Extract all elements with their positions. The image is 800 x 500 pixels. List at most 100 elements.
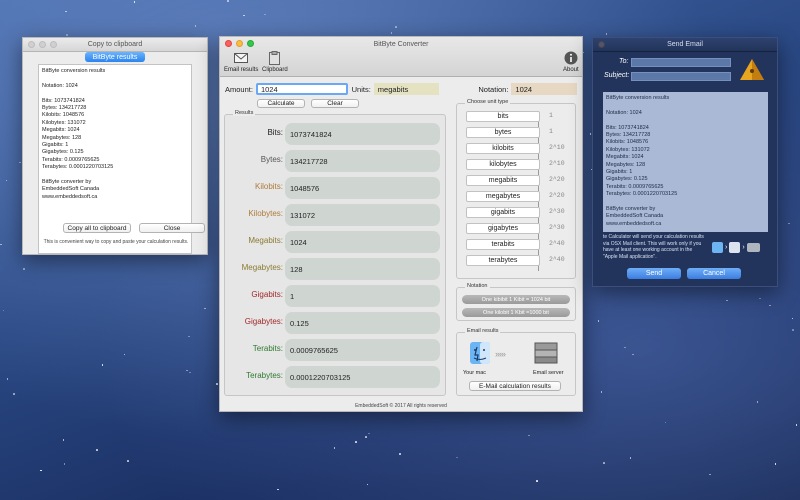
zoom-window-button[interactable] [50,41,57,48]
unit-button-gigabits[interactable]: gigabits [466,207,540,218]
units-label: Units: [351,84,371,94]
result-row: Terabits: 0.0009765625 [225,339,447,361]
star [189,371,191,373]
star [597,320,600,322]
unit-button-kilobytes[interactable]: kilobytes [466,159,540,170]
result-value[interactable]: 1024 [285,231,440,253]
star [333,447,336,449]
unit-type-title: Choose unit type [465,99,511,105]
mail-flow-icons: › › [712,242,760,253]
star [243,14,245,17]
minimize-window-button[interactable] [236,40,243,47]
minimize-window-button[interactable] [39,41,46,48]
send-button[interactable]: Send [627,268,681,279]
result-value[interactable]: 1048576 [285,177,440,199]
star [395,26,397,28]
to-field[interactable] [631,58,731,67]
clipboard-line: EmbeddedSoft Canada [42,186,100,193]
unit-power: 1 [549,112,553,119]
clipboard-titlebar[interactable]: Copy to clipboard [23,38,207,52]
email-results-group: Email results ››››› Your mac Email serve… [456,328,576,396]
result-label: Megabytes: [241,263,283,272]
email-body-line: Bits: 1073741824 [606,124,649,131]
unit-power: 2^40 [549,256,565,263]
email-body-line: Kilobytes: 131072 [606,146,650,153]
clipboard-line [42,172,188,179]
unit-power: 2^40 [549,240,565,247]
notation-value: 1024 [511,83,578,95]
unit-button-terabits[interactable]: terabits [466,239,540,250]
close-button[interactable]: Close [139,223,205,233]
star [19,161,21,164]
star [101,364,104,366]
star [390,32,393,34]
email-body[interactable]: BitByte conversion results Notation: 1024… [603,92,768,232]
subject-field[interactable] [631,72,731,81]
email-body-line: Terabits: 0.0009765625 [606,183,664,190]
unit-button-megabytes[interactable]: megabytes [466,191,540,202]
clipboard-icon [268,51,282,65]
cancel-button[interactable]: Cancel [687,268,741,279]
star [5,179,8,182]
star [123,353,126,356]
star [629,457,632,459]
send-email-window: Send Email To: Subject: BitByte conversi… [592,37,778,287]
email-body-line: Terabytes: 0.0001220703125 [606,191,678,198]
email-titlebar[interactable]: Send Email [593,38,777,52]
email-calculation-button[interactable]: E-Mail calculation results [469,381,561,391]
amount-input[interactable]: 1024 [255,83,348,95]
clear-button[interactable]: Clear [311,99,359,108]
about-tool[interactable]: About [563,51,579,73]
close-window-button[interactable] [28,41,35,48]
result-value[interactable]: 0.125 [285,312,440,334]
footer-copyright: EmbeddedSoft © 2017 All rights reserved [355,403,447,409]
unit-button-bits[interactable]: bits [466,111,540,122]
star [127,460,129,462]
about-label: About [563,67,579,73]
result-value[interactable]: 0.0001220703125 [285,366,440,388]
close-window-button[interactable] [225,40,232,47]
close-window-button[interactable] [598,41,605,48]
unit-button-kilobits[interactable]: kilobits [466,143,540,154]
unit-power: 2^20 [549,176,565,183]
star [227,0,229,2]
clipboard-line [42,75,188,82]
clipboard-line: BitByte converter by [42,179,92,186]
email-results-label: Email results [224,67,259,73]
unit-power: 2^10 [549,160,565,167]
result-row: Bits: 1073741824 [225,123,447,145]
notation-kilobit-button[interactable]: One kilobit 1 Kbit =1000 bit [462,308,570,317]
bitbyte-results-button[interactable]: BitByte results [85,52,145,62]
star [399,453,401,455]
result-value[interactable]: 134217728 [285,150,440,172]
clipboard-tool[interactable]: Clipboard [262,51,288,73]
zoom-window-button[interactable] [247,40,254,47]
subject-label: Subject: [604,72,630,79]
result-value[interactable]: 1 [285,285,440,307]
amount-row: Amount: 1024 Units: megabits Notation: 1… [225,83,578,95]
result-value[interactable]: 0.0009765625 [285,339,440,361]
result-value[interactable]: 131072 [285,204,440,226]
result-value[interactable]: 1073741824 [285,123,440,145]
result-label: Megabits: [248,236,283,245]
main-titlebar[interactable]: BitByte Converter [220,37,582,51]
transfer-arrows-icon: ››››› [495,349,506,359]
result-value[interactable]: 128 [285,258,440,280]
copy-all-button[interactable]: Copy all to clipboard [63,223,131,233]
result-row: Kilobytes: 131072 [225,204,447,226]
unit-power: 2^20 [549,192,565,199]
unit-button-gigabytes[interactable]: gigabytes [466,223,540,234]
unit-button-megabits[interactable]: megabits [466,175,540,186]
server-icon [533,341,559,367]
clipboard-line: Kilobytes: 131072 [42,119,86,126]
email-results-tool[interactable]: Email results [224,51,258,73]
star [759,297,761,300]
window-controls [598,41,605,48]
email-body-line: EmbeddedSoft Canada [606,213,664,220]
star [726,299,728,302]
notation-kibibit-button[interactable]: One kibibit 1 Kibit = 1024 bit [462,295,570,304]
star [605,33,608,35]
calculate-button[interactable]: Calculate [257,99,305,108]
unit-button-terabytes[interactable]: terabytes [466,255,540,266]
unit-button-bytes[interactable]: bytes [466,127,540,138]
